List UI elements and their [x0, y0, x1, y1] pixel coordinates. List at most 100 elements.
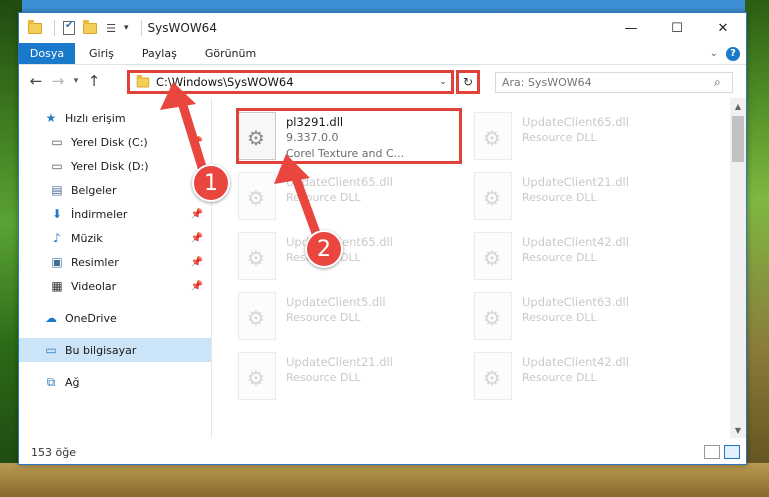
sidebar-item-disk-d[interactable]: ▭ Yerel Disk (D:): [19, 154, 211, 178]
pictures-icon: ▣: [51, 255, 63, 269]
tab-view[interactable]: Görünüm: [191, 43, 270, 64]
sidebar-item-label: Bu bilgisayar: [65, 343, 137, 357]
file-name: UpdateClient42.dll: [522, 235, 629, 249]
file-item[interactable]: UpdateClient63.dll Resource DLL: [474, 292, 704, 348]
view-switcher: [704, 445, 746, 459]
dll-file-icon: [238, 292, 276, 340]
sidebar-item-label: Ağ: [65, 375, 80, 389]
file-item[interactable]: UpdateClient42.dll Resource DLL: [474, 352, 704, 408]
tab-file[interactable]: Dosya: [19, 43, 75, 64]
main-content: ★ Hızlı erişim ▭ Yerel Disk (C:) 📌 ▭ Yer…: [19, 98, 746, 438]
details-view-button[interactable]: [704, 445, 720, 459]
file-name: UpdateClient21.dll: [286, 355, 393, 369]
pin-icon[interactable]: 📌: [191, 281, 203, 292]
expand-ribbon-icon[interactable]: ⌄: [710, 48, 718, 59]
file-name: UpdateClient5.dll: [286, 295, 386, 309]
scroll-down-icon[interactable]: ▼: [730, 422, 746, 438]
drive-icon: ▭: [51, 135, 63, 149]
title-bar: ☰ ▾ SysWOW64 — ☐ ✕: [19, 13, 746, 43]
dll-file-icon: [474, 112, 512, 160]
sidebar-item-music[interactable]: ♪ Müzik 📌: [19, 226, 211, 250]
sidebar-item-label: Belgeler: [71, 183, 117, 197]
customize-toolbar-icon[interactable]: ☰: [103, 20, 119, 36]
sidebar-item-downloads[interactable]: ⬇ İndirmeler 📌: [19, 202, 211, 226]
up-button[interactable]: ↑: [83, 70, 105, 92]
sidebar-item-label: Resimler: [71, 255, 119, 269]
tab-share[interactable]: Paylaş: [128, 43, 191, 64]
folder-icon: [27, 19, 43, 36]
forward-button[interactable]: →: [47, 70, 69, 92]
desktop-background-right: [745, 0, 769, 497]
pin-icon[interactable]: 📌: [191, 209, 203, 220]
file-description: Resource DLL: [286, 371, 361, 384]
file-name: UpdateClient63.dll: [522, 295, 629, 309]
computer-icon: ▭: [45, 343, 57, 357]
desktop-background-bottom: [0, 463, 769, 497]
sidebar-item-label: Müzik: [71, 231, 103, 245]
sidebar-item-network[interactable]: ⧉ Ağ: [19, 370, 211, 394]
file-item[interactable]: UpdateClient65.dll Resource DLL: [238, 232, 468, 288]
file-description: Resource DLL: [522, 131, 597, 144]
dll-file-icon: [474, 352, 512, 400]
sidebar-item-onedrive[interactable]: ☁ OneDrive: [19, 306, 211, 330]
vertical-scrollbar[interactable]: ▲ ▼: [730, 98, 746, 438]
explorer-window: ☰ ▾ SysWOW64 — ☐ ✕ Dosya Giriş Paylaş Gö…: [18, 12, 747, 465]
new-folder-icon[interactable]: [82, 19, 98, 36]
sidebar-item-documents[interactable]: ▤ Belgeler: [19, 178, 211, 202]
file-name: UpdateClient21.dll: [522, 175, 629, 189]
scroll-up-icon[interactable]: ▲: [730, 98, 746, 114]
search-placeholder: Ara: SysWOW64: [502, 76, 592, 89]
window-controls: — ☐ ✕: [608, 13, 746, 43]
chevron-down-icon[interactable]: ⌄: [435, 77, 451, 87]
scroll-thumb[interactable]: [732, 116, 744, 162]
pin-icon[interactable]: 📌: [191, 233, 203, 244]
sidebar-item-pictures[interactable]: ▣ Resimler 📌: [19, 250, 211, 274]
close-button[interactable]: ✕: [700, 13, 746, 43]
dll-file-icon: [474, 292, 512, 340]
file-item[interactable]: UpdateClient21.dll Resource DLL: [238, 352, 468, 408]
recent-locations-icon[interactable]: ▾: [69, 76, 83, 86]
file-item[interactable]: UpdateClient42.dll Resource DLL: [474, 232, 704, 288]
back-button[interactable]: ←: [25, 70, 47, 92]
item-count: 153 öğe: [31, 445, 76, 459]
help-icon[interactable]: ?: [726, 46, 740, 61]
sidebar-item-videos[interactable]: ▦ Videolar 📌: [19, 274, 211, 298]
window-title: SysWOW64: [147, 21, 217, 35]
file-item[interactable]: UpdateClient65.dll Resource DLL: [474, 112, 704, 168]
tiles-view-button[interactable]: [724, 445, 740, 459]
ribbon-right: ⌄ ?: [710, 43, 746, 64]
sidebar-item-this-pc[interactable]: ▭ Bu bilgisayar: [19, 338, 211, 362]
ribbon-tabs: Dosya Giriş Paylaş Görünüm ⌄ ?: [19, 43, 746, 65]
chevron-down-icon[interactable]: ▾: [124, 23, 129, 33]
navigation-pane: ★ Hızlı erişim ▭ Yerel Disk (C:) 📌 ▭ Yer…: [19, 98, 212, 438]
dll-file-icon: [474, 232, 512, 280]
file-item[interactable]: UpdateClient65.dll Resource DLL: [238, 172, 468, 228]
pin-icon[interactable]: 📌: [191, 137, 203, 148]
sidebar-item-quick-access[interactable]: ★ Hızlı erişim: [19, 106, 211, 130]
properties-icon[interactable]: [61, 20, 77, 36]
dll-file-icon: [238, 352, 276, 400]
sidebar-item-label: Videolar: [71, 279, 117, 293]
minimize-button[interactable]: —: [608, 13, 654, 43]
tab-home[interactable]: Giriş: [75, 43, 128, 64]
file-description: Resource DLL: [286, 191, 361, 204]
sidebar-item-disk-c[interactable]: ▭ Yerel Disk (C:) 📌: [19, 130, 211, 154]
separator: [54, 20, 55, 36]
maximize-button[interactable]: ☐: [654, 13, 700, 43]
dll-file-icon: [238, 172, 276, 220]
search-input[interactable]: Ara: SysWOW64 ⌕: [495, 72, 733, 93]
file-description: Resource DLL: [522, 251, 597, 264]
file-item[interactable]: UpdateClient5.dll Resource DLL: [238, 292, 468, 348]
search-icon[interactable]: ⌕: [714, 75, 732, 90]
documents-icon: ▤: [51, 183, 63, 197]
file-name: UpdateClient42.dll: [522, 355, 629, 369]
file-description: Resource DLL: [522, 371, 597, 384]
sidebar-item-label: Yerel Disk (C:): [71, 135, 148, 149]
sidebar-item-label: Yerel Disk (D:): [71, 159, 149, 173]
sidebar-item-label: İndirmeler: [71, 207, 128, 221]
address-text[interactable]: C:\Windows\SysWOW64: [156, 75, 435, 89]
pin-icon[interactable]: 📌: [191, 257, 203, 268]
address-bar[interactable]: C:\Windows\SysWOW64 ⌄: [127, 70, 454, 94]
refresh-button[interactable]: ↻: [456, 70, 480, 94]
file-item[interactable]: UpdateClient21.dll Resource DLL: [474, 172, 704, 228]
